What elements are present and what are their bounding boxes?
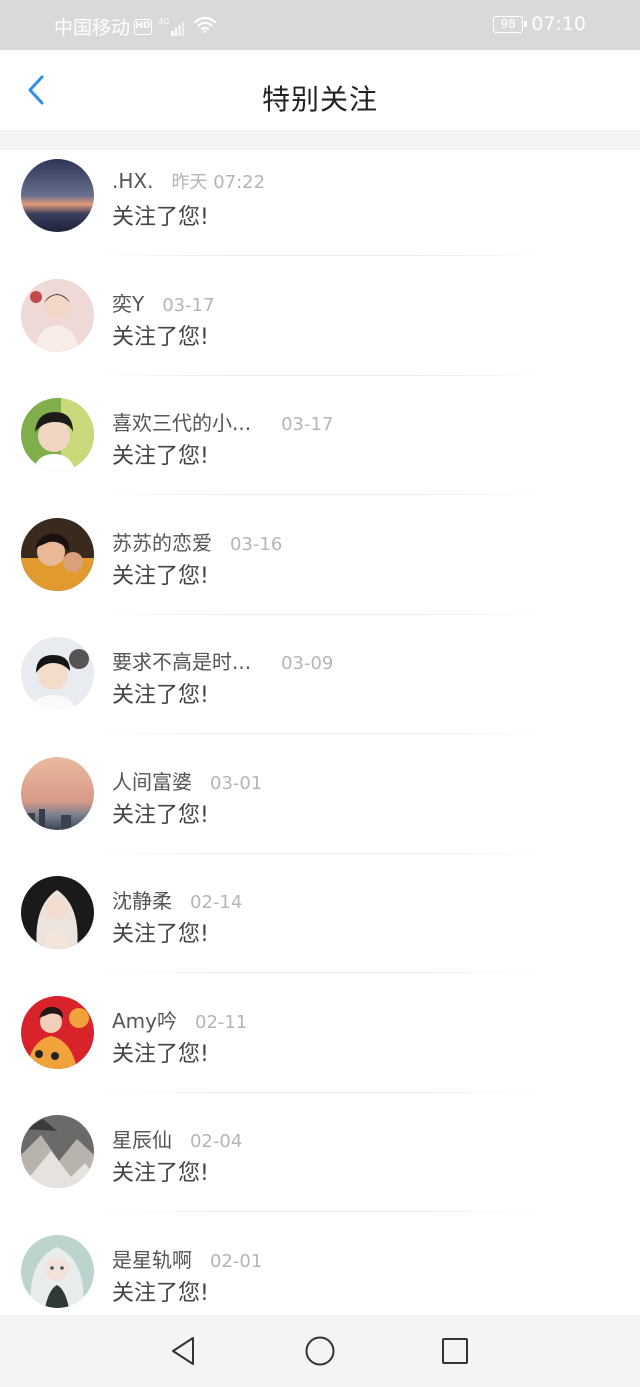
- clock: 07:10: [531, 13, 586, 35]
- list-item[interactable]: 喜欢三代的小... 03-17 关注了您!: [0, 389, 640, 509]
- status-right: 98 07:10: [493, 13, 586, 35]
- avatar[interactable]: [21, 278, 94, 352]
- notification-message: 关注了您!: [112, 1280, 209, 1306]
- notification-message: 关注了您!: [112, 802, 209, 828]
- notification-message: 关注了您!: [112, 1041, 209, 1067]
- list-item[interactable]: Amy吟 02-11 关注了您!: [0, 987, 640, 1107]
- battery-icon: 98: [493, 15, 528, 33]
- user-name[interactable]: 要求不高是时...: [112, 646, 251, 675]
- wifi-icon: [194, 16, 217, 38]
- carrier-label: 中国移动: [54, 17, 131, 39]
- list-item[interactable]: 苏苏的恋爱 03-16 关注了您!: [0, 509, 640, 629]
- status-left: 中国移动 HD 4G: [54, 13, 217, 40]
- system-nav-bar: [0, 1315, 640, 1387]
- notification-message: 关注了您!: [112, 922, 209, 947]
- status-bar: 中国移动 HD 4G 98 07:10: [0, 0, 640, 50]
- divider: [92, 374, 552, 376]
- timestamp: 02-04: [190, 1131, 243, 1152]
- divider: [92, 255, 552, 256]
- avatar[interactable]: [21, 1115, 94, 1188]
- timestamp: 昨天 07:22: [171, 172, 266, 193]
- user-name[interactable]: 是星轨啊: [112, 1244, 192, 1273]
- avatar[interactable]: [21, 1234, 94, 1308]
- divider: [92, 1211, 552, 1212]
- list-item[interactable]: 沈静柔 02-14 关注了您!: [0, 867, 640, 987]
- notification-message: 关注了您!: [112, 563, 209, 589]
- user-name[interactable]: 奕Y: [112, 288, 144, 317]
- header: 特别关注: [0, 50, 640, 130]
- avatar[interactable]: [21, 876, 94, 949]
- user-name[interactable]: 苏苏的恋爱: [112, 527, 212, 556]
- timestamp: 02-01: [210, 1250, 263, 1272]
- notification-message: 关注了您!: [112, 1161, 209, 1186]
- timestamp: 02-11: [195, 1011, 248, 1033]
- timestamp: 03-17: [281, 414, 334, 435]
- avatar[interactable]: [21, 756, 94, 830]
- divider: [92, 733, 552, 734]
- user-name[interactable]: 人间富婆: [112, 766, 192, 795]
- notification-message: 关注了您!: [112, 324, 209, 350]
- divider: [92, 852, 552, 854]
- nav-recents-button[interactable]: [435, 1333, 475, 1369]
- avatar[interactable]: [21, 995, 94, 1069]
- notification-message: 关注了您!: [112, 683, 209, 708]
- user-name[interactable]: 喜欢三代的小...: [112, 407, 251, 436]
- list-item[interactable]: 要求不高是时... 03-09 关注了您!: [0, 628, 640, 748]
- notification-message: 关注了您!: [112, 205, 209, 230]
- avatar[interactable]: [21, 637, 94, 710]
- avatar[interactable]: [21, 398, 94, 471]
- user-name[interactable]: 沈静柔: [112, 885, 172, 914]
- nav-back-button[interactable]: [163, 1333, 203, 1369]
- divider: [92, 613, 552, 615]
- notification-message: 关注了您!: [112, 444, 209, 469]
- circle-home-icon: [305, 1336, 335, 1366]
- timestamp: 02-14: [190, 892, 243, 913]
- follower-list: .HX. 昨天 07:22 关注了您! 奕Y 03-17 关注了您! 喜欢三代的…: [0, 150, 640, 1345]
- nav-home-button[interactable]: [300, 1333, 340, 1369]
- avatar[interactable]: [21, 517, 94, 591]
- user-name[interactable]: 星辰仙: [112, 1124, 172, 1153]
- hd-badge: HD: [134, 18, 153, 35]
- user-name[interactable]: .HX.: [112, 169, 153, 193]
- list-item[interactable]: 星辰仙 02-04 关注了您!: [0, 1106, 640, 1226]
- list-item[interactable]: .HX. 昨天 07:22 关注了您!: [0, 150, 640, 270]
- page-title: 特别关注: [261, 83, 378, 116]
- signal-icon: 4G: [158, 16, 185, 36]
- square-recents-icon: [442, 1338, 468, 1364]
- timestamp: 03-16: [230, 533, 283, 555]
- user-name[interactable]: Amy吟: [112, 1005, 177, 1034]
- timestamp: 03-17: [162, 294, 215, 316]
- timestamp: 03-01: [210, 772, 263, 794]
- header-divider: [0, 130, 640, 150]
- divider: [92, 494, 552, 495]
- avatar[interactable]: [21, 159, 94, 232]
- network-type: 4G: [158, 16, 170, 26]
- timestamp: 03-09: [281, 653, 334, 674]
- divider: [92, 972, 552, 973]
- list-item[interactable]: 奕Y 03-17 关注了您!: [0, 270, 640, 390]
- list-item[interactable]: 人间富婆 03-01 关注了您!: [0, 748, 640, 868]
- divider: [92, 1091, 552, 1093]
- triangle-back-icon: [172, 1337, 194, 1365]
